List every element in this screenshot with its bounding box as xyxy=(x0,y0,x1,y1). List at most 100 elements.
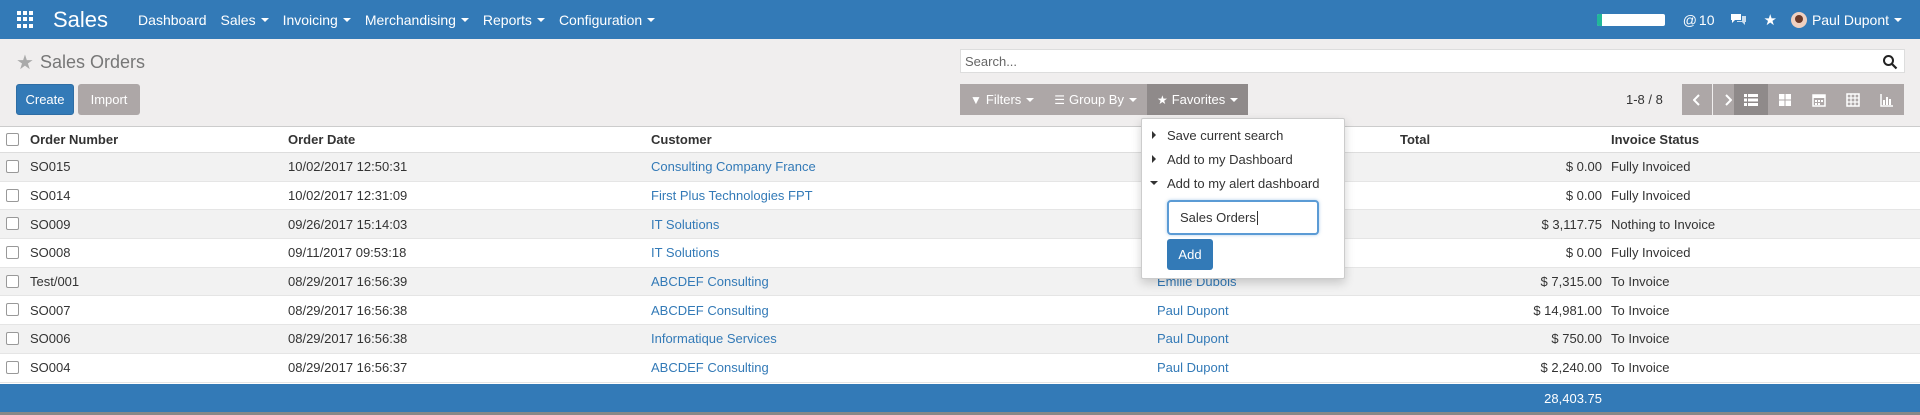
customer-cell[interactable]: ABCDEF Consulting xyxy=(651,296,769,324)
kanban-view-button[interactable] xyxy=(1768,84,1802,115)
add-to-alert-dashboard-item[interactable]: Add to my alert dashboard xyxy=(1142,172,1319,194)
table-row[interactable]: SO004 08/29/2017 16:56:37 ABCDEF Consultin… xyxy=(0,354,1920,383)
text-cursor xyxy=(1256,210,1258,225)
filters-button[interactable]: ▼ Filters xyxy=(960,84,1045,115)
groupby-button[interactable]: ☰ Group By xyxy=(1044,84,1147,115)
apps-menu-icon[interactable] xyxy=(17,10,35,29)
favorites-button[interactable]: ★ Favorites xyxy=(1146,84,1249,115)
salesperson-cell[interactable]: Paul Dupont xyxy=(1157,354,1229,382)
search-icon[interactable] xyxy=(1882,54,1898,70)
customer-cell[interactable]: Informatique Services xyxy=(651,325,777,353)
row-checkbox[interactable] xyxy=(6,360,19,374)
table-row[interactable]: SO007 08/29/2017 16:56:38 ABCDEF Consultin… xyxy=(0,296,1920,326)
select-all-checkbox[interactable] xyxy=(6,132,19,146)
favorites-star-icon[interactable]: ★ xyxy=(1763,11,1776,29)
salesperson-cell[interactable]: Paul Dupont xyxy=(1157,325,1229,353)
table-header-row: Order Number Order Date Customer Total I… xyxy=(0,127,1920,153)
list-view-icon xyxy=(1744,93,1758,106)
favorites-label: Favorites xyxy=(1171,92,1226,107)
customer-cell[interactable]: IT Solutions xyxy=(651,210,719,238)
row-checkbox[interactable] xyxy=(6,159,19,173)
nav-menu-reports[interactable]: Reports xyxy=(483,12,545,28)
column-header-order-number[interactable]: Order Number xyxy=(30,127,118,152)
chevron-down-icon xyxy=(1026,97,1035,102)
add-to-dashboard-item[interactable]: Add to my Dashboard xyxy=(1142,148,1293,170)
total-cell: $ 750.00 xyxy=(1551,331,1602,347)
customer-cell[interactable]: First Plus Technologies FPT xyxy=(651,182,813,210)
total-cell: $ 2,240.00 xyxy=(1540,360,1602,376)
main-menu: Dashboard Sales Invoicing Merchandising Repo… xyxy=(138,12,669,28)
dashboard-name-value: Sales Orders xyxy=(1180,210,1256,225)
table-row[interactable]: SO009 09/26/2017 15:14:03 IT Solutions $ 3,… xyxy=(0,210,1920,240)
column-header-invoice-status[interactable]: Invoice Status xyxy=(1611,127,1699,152)
customer-cell[interactable]: IT Solutions xyxy=(651,239,719,267)
pivot-view-button[interactable] xyxy=(1836,84,1870,115)
order-date-cell: 08/29/2017 16:56:37 xyxy=(288,360,408,376)
chevron-down-icon xyxy=(1894,17,1902,22)
nav-menu-label: Configuration xyxy=(558,11,643,28)
calendar-view-button[interactable] xyxy=(1802,84,1836,115)
column-header-total[interactable]: Total xyxy=(1400,127,1602,152)
table-row[interactable]: SO006 08/29/2017 16:56:38 Informatique Ser… xyxy=(0,325,1920,354)
order-number-cell: SO004 xyxy=(30,360,71,376)
column-header-order-date[interactable]: Order Date xyxy=(288,127,355,152)
nav-menu-dashboard[interactable]: Dashboard xyxy=(138,12,207,28)
table-row[interactable]: SO015 10/02/2017 12:50:31 Consulting Compa… xyxy=(0,153,1920,182)
dashboard-name-input[interactable]: Sales Orders xyxy=(1167,200,1319,235)
chat-icon[interactable] xyxy=(1730,13,1747,26)
order-date-cell: 08/29/2017 16:56:38 xyxy=(288,302,408,318)
top-navbar: Sales Dashboard Sales Invoicing Merchandisi… xyxy=(0,0,1920,39)
salesperson-cell[interactable]: Paul Dupont xyxy=(1157,296,1229,324)
row-checkbox[interactable] xyxy=(6,274,19,288)
row-checkbox[interactable] xyxy=(6,217,19,231)
progress-bar xyxy=(1596,13,1665,26)
row-checkbox[interactable] xyxy=(6,303,19,317)
user-name: Paul Dupont xyxy=(1811,11,1889,28)
nav-menu-label: Dashboard xyxy=(138,11,207,28)
user-menu[interactable]: Paul Dupont xyxy=(1790,11,1902,28)
row-checkbox[interactable] xyxy=(6,245,19,259)
pager-previous-button[interactable] xyxy=(1682,84,1712,115)
invoice-status-cell: To Invoice xyxy=(1611,302,1670,318)
order-number-cell: SO007 xyxy=(30,302,71,318)
activity-count: 10 xyxy=(1698,11,1715,28)
avatar xyxy=(1790,11,1807,28)
customer-cell[interactable]: ABCDEF Consulting xyxy=(651,354,769,382)
import-button[interactable]: Import xyxy=(78,84,140,115)
table-row[interactable]: Test/001 08/29/2017 16:56:39 ABCDEF Consul… xyxy=(0,267,1920,297)
total-cell: $ 7,315.00 xyxy=(1540,274,1602,290)
navbar-right: @ 10 ★ Paul Dupont xyxy=(1596,0,1920,39)
save-current-search-item[interactable]: Save current search xyxy=(1142,124,1283,146)
add-to-dashboard-label: Add to my Dashboard xyxy=(1167,151,1293,167)
row-checkbox[interactable] xyxy=(6,188,19,202)
create-button[interactable]: Create xyxy=(16,84,74,115)
table-row[interactable]: SO014 10/02/2017 12:31:09 First Plus Techn… xyxy=(0,182,1920,211)
chevron-down-icon xyxy=(536,17,545,22)
search-input[interactable] xyxy=(965,53,1865,69)
pivot-view-icon xyxy=(1846,92,1860,107)
pager-value[interactable]: 1-8 / 8 xyxy=(1626,92,1663,107)
add-button[interactable]: Add xyxy=(1167,239,1213,270)
invoice-status-cell: Fully Invoiced xyxy=(1611,159,1691,175)
activity-menu[interactable]: @ 10 xyxy=(1683,12,1715,28)
nav-menu-merchandising[interactable]: Merchandising xyxy=(365,12,469,28)
column-header-customer[interactable]: Customer xyxy=(651,127,712,152)
filter-icon: ▼ xyxy=(970,92,982,107)
star-icon[interactable]: ★ xyxy=(16,50,34,75)
groupby-label: Group By xyxy=(1069,92,1124,107)
table-row[interactable]: SO008 09/11/2017 09:53:18 IT Solutions $ 0.… xyxy=(0,239,1920,268)
nav-menu-invoicing[interactable]: Invoicing xyxy=(283,12,351,28)
nav-menu-label: Reports xyxy=(482,11,532,28)
nav-menu-configuration[interactable]: Configuration xyxy=(558,11,656,28)
customer-cell[interactable]: Consulting Company France xyxy=(651,153,816,181)
row-checkbox[interactable] xyxy=(6,331,19,345)
list-view-button[interactable] xyxy=(1734,84,1768,115)
chevron-right-icon xyxy=(1725,93,1732,106)
nav-menu-sales[interactable]: Sales xyxy=(221,12,269,28)
view-switcher xyxy=(1734,84,1904,115)
order-number-cell: SO015 xyxy=(30,159,71,175)
graph-view-button[interactable] xyxy=(1870,84,1904,115)
order-number-cell: SO008 xyxy=(30,245,71,261)
customer-cell[interactable]: ABCDEF Consulting xyxy=(651,268,769,296)
order-number-cell: SO014 xyxy=(30,188,71,204)
